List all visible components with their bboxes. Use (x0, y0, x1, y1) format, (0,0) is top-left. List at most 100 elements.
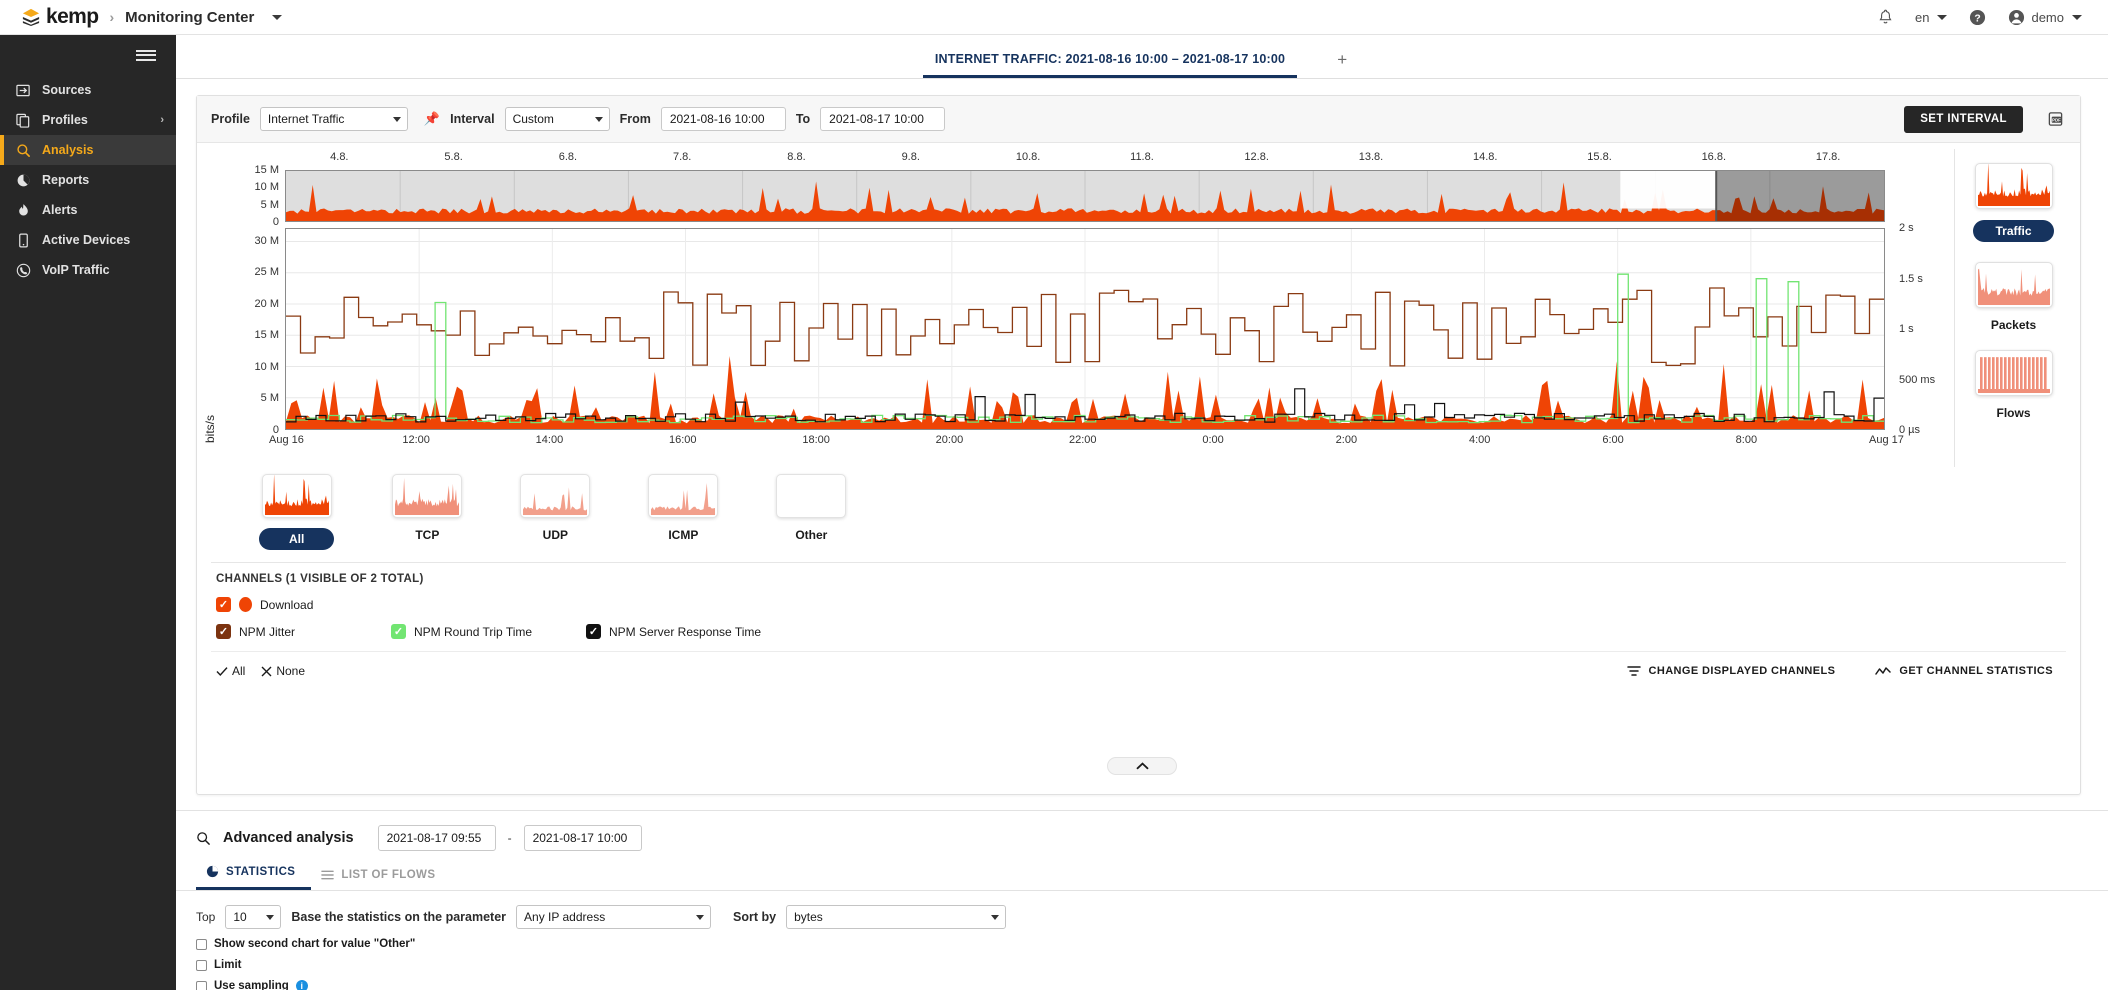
kemp-mark-icon (20, 8, 42, 26)
sort-by-select[interactable]: bytes (786, 905, 1006, 929)
change-displayed-channels-button[interactable]: CHANGE DISPLAYED CHANNELS (1627, 665, 1836, 677)
protocol-tcp-sparkline-icon (392, 474, 462, 518)
channel-download-checkbox[interactable]: ✓ (216, 597, 231, 612)
hamburger-icon (136, 54, 156, 56)
overview-x-tick: 10.8. (1016, 151, 1040, 163)
sidebar-item-sources[interactable]: Sources (0, 75, 176, 105)
protocol-icmp[interactable]: ICMP (648, 474, 718, 542)
metric-button-packets[interactable]: Packets (1991, 318, 2036, 332)
protocol-udp[interactable]: UDP (520, 474, 590, 542)
sidebar-item-label: Analysis (42, 143, 93, 157)
flame-icon (16, 203, 42, 218)
interval-toolbar: Profile Internet Traffic 📌 Interval Cust… (197, 96, 2080, 143)
channel-npm-server-response-time-label: NPM Server Response Time (609, 625, 761, 639)
advanced-range-from-input[interactable] (378, 825, 496, 851)
top-bar: kemp › Monitoring Center en ? (0, 0, 2108, 35)
channel-row-metrics: ✓ NPM Jitter ✓ NPM Round Trip Time ✓ NPM… (211, 624, 2066, 651)
channel-npm-server-response-time-checkbox[interactable]: ✓ (586, 624, 601, 639)
sidebar-item-label: Sources (42, 83, 91, 97)
overview-y-tick: 10 M (231, 181, 279, 193)
channel-npm-jitter-label: NPM Jitter (239, 625, 295, 639)
limit-checkbox[interactable] (196, 960, 207, 971)
protocol-other[interactable]: Other (776, 474, 846, 542)
base-parameter-select[interactable]: Any IP address (516, 905, 711, 929)
overview-x-tick: 4.8. (330, 151, 348, 163)
show-second-chart-checkbox[interactable] (196, 939, 207, 950)
sidebar-item-active-devices[interactable]: Active Devices (0, 225, 176, 255)
profile-select[interactable]: Internet Traffic (260, 107, 408, 131)
help-icon: ? (1969, 9, 1986, 26)
tab-statistics[interactable]: STATISTICS (196, 865, 311, 890)
channel-download[interactable]: ✓ Download (216, 597, 313, 612)
metric-switcher-panel: Traffic Packets Flows (1954, 149, 2072, 467)
trend-line-icon (1875, 665, 1891, 677)
from-input[interactable] (661, 107, 786, 131)
channel-npm-round-trip-time-label: NPM Round Trip Time (414, 625, 532, 639)
use-sampling-checkbox[interactable] (196, 981, 207, 990)
notifications-button[interactable] (1878, 9, 1893, 25)
pdf-export-icon[interactable]: PDF (2047, 111, 2064, 127)
kemp-logo[interactable]: kemp (20, 5, 98, 29)
flows-sparkline-icon[interactable] (1975, 350, 2053, 396)
top-select[interactable]: 10 (225, 905, 281, 929)
metric-button-flows[interactable]: Flows (1996, 406, 2030, 420)
check-icon (216, 666, 228, 677)
overview-chart[interactable] (285, 170, 1885, 222)
to-input[interactable] (820, 107, 945, 131)
bell-icon (1878, 9, 1893, 25)
main-x-tick: 22:00 (1069, 434, 1097, 446)
traffic-sparkline-icon[interactable] (1975, 163, 2053, 209)
packets-sparkline-icon[interactable] (1975, 262, 2053, 308)
sidebar-item-reports[interactable]: Reports (0, 165, 176, 195)
checkbox-use-sampling[interactable]: Use sampling i (176, 980, 2108, 990)
channel-npm-server-response-time[interactable]: ✓ NPM Server Response Time (586, 624, 761, 639)
collapse-panel-button[interactable] (1107, 757, 1177, 775)
add-tab-button[interactable]: + (1297, 50, 1361, 78)
sidebar-item-alerts[interactable]: Alerts (0, 195, 176, 225)
tab-internet-traffic[interactable]: INTERNET TRAFFIC: 2021-08-16 10:00 – 202… (923, 52, 1297, 78)
channel-npm-jitter[interactable]: ✓ NPM Jitter (216, 624, 391, 639)
overview-y-tick: 0 (231, 216, 279, 228)
main-x-tick: 8:00 (1736, 434, 1757, 446)
protocol-tcp[interactable]: TCP (392, 474, 462, 542)
range-separator: - (508, 831, 512, 845)
user-menu[interactable]: demo (2008, 9, 2082, 26)
main-chart[interactable] (285, 228, 1885, 430)
sidebar-toggle-button[interactable] (0, 35, 176, 75)
channel-download-label: Download (260, 598, 313, 612)
overview-x-tick: 14.8. (1473, 151, 1497, 163)
metric-button-traffic[interactable]: Traffic (1973, 220, 2053, 242)
channel-npm-round-trip-time[interactable]: ✓ NPM Round Trip Time (391, 624, 586, 639)
sidebar-item-voip-traffic[interactable]: VoIP Traffic (0, 255, 176, 285)
sidebar-item-label: Reports (42, 173, 89, 187)
protocol-tcp-label: TCP (415, 528, 439, 542)
info-icon[interactable]: i (296, 980, 308, 990)
channel-npm-round-trip-time-checkbox[interactable]: ✓ (391, 624, 406, 639)
advanced-analysis-tabs: STATISTICS LIST OF FLOWS (176, 865, 2108, 891)
right-y-tick: 500 ms (1899, 374, 1935, 386)
sidebar-item-label: Alerts (42, 203, 77, 217)
checkbox-limit[interactable]: Limit (176, 959, 2108, 971)
brand-name: kemp (46, 5, 98, 29)
from-label: From (620, 112, 651, 126)
tab-list-of-flows[interactable]: LIST OF FLOWS (311, 869, 451, 890)
interval-select[interactable]: Custom (505, 107, 610, 131)
select-none-channels-button[interactable]: None (261, 664, 305, 678)
sidebar-item-profiles[interactable]: Profiles › (0, 105, 176, 135)
sidebar-item-analysis[interactable]: Analysis (0, 135, 176, 165)
base-parameter-select-wrap: Any IP address (516, 905, 711, 929)
select-all-channels-button[interactable]: All (216, 664, 245, 678)
language-selector[interactable]: en (1915, 10, 1947, 25)
page-title: Monitoring Center (125, 9, 254, 26)
set-interval-button[interactable]: SET INTERVAL (1904, 106, 2023, 133)
page-title-chevron-down-icon[interactable] (272, 15, 282, 20)
profile-select-wrap: Internet Traffic (260, 107, 408, 131)
checkbox-show-second-chart[interactable]: Show second chart for value "Other" (176, 938, 2108, 950)
pin-icon[interactable]: 📌 (424, 111, 440, 127)
language-label: en (1915, 10, 1929, 25)
protocol-all[interactable]: All (259, 474, 334, 550)
help-button[interactable]: ? (1969, 9, 1986, 26)
channel-npm-jitter-checkbox[interactable]: ✓ (216, 624, 231, 639)
advanced-range-to-input[interactable] (524, 825, 642, 851)
get-channel-statistics-button[interactable]: GET CHANNEL STATISTICS (1875, 665, 2053, 677)
